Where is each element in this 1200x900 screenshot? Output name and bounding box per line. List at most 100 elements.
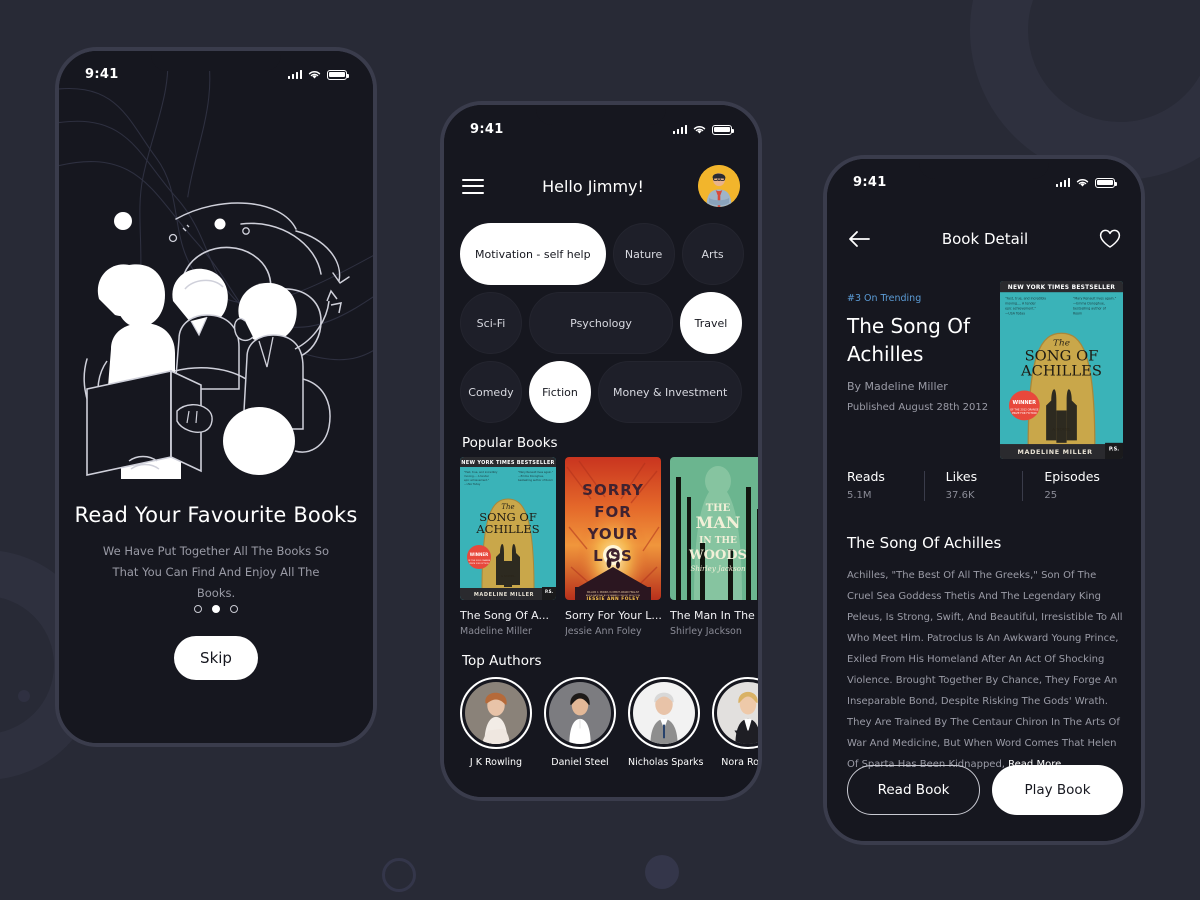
svg-text:WOODS: WOODS (688, 548, 747, 563)
chip-fiction[interactable]: Fiction (529, 361, 591, 423)
book-author: Jessie Ann Foley (565, 626, 642, 637)
read-book-button[interactable]: Read Book (847, 765, 980, 815)
phone-notch (536, 105, 666, 125)
chip-arts[interactable]: Arts (681, 223, 744, 285)
pagination-dot-3[interactable] (230, 605, 238, 613)
book-title: The Man In The ... (670, 609, 758, 622)
author-avatar-ring[interactable] (544, 677, 616, 749)
skip-button[interactable]: Skip (174, 636, 258, 680)
chip-money-investment[interactable]: Money & Investment (598, 361, 743, 423)
svg-text:"Fast, true, and incredibly: "Fast, true, and incredibly (1005, 297, 1046, 301)
svg-text:A NOVEL: A NOVEL (500, 574, 516, 578)
svg-text:NEW YORK TIMES BESTSELLER: NEW YORK TIMES BESTSELLER (1008, 285, 1116, 291)
svg-text:Room: Room (1073, 312, 1082, 316)
back-arrow-icon[interactable] (847, 230, 871, 248)
svg-text:—USA Today: —USA Today (464, 482, 481, 486)
chip-comedy[interactable]: Comedy (460, 361, 522, 423)
pagination-dots[interactable] (59, 605, 373, 613)
svg-text:ACHILLES: ACHILLES (475, 522, 539, 536)
stat-episodes: Episodes 25 (1022, 469, 1121, 501)
phone-home-screen: 9:41 Hello Jimmy! Motivation - self help… (440, 101, 762, 801)
book-title: Sorry For Your L... (565, 609, 661, 622)
author-name: Nicholas Sparks (628, 757, 704, 768)
screenshot-canvas: 9:41 Read Your Favourite Books We Have P… (0, 0, 1200, 900)
stat-label: Likes (945, 469, 978, 484)
book-detail-published: Published August 28th 2012 (847, 402, 989, 413)
svg-text:epic achievement.": epic achievement." (1005, 307, 1036, 311)
chip-nature[interactable]: Nature (612, 223, 675, 285)
the-song-of-achilles-cover: NEW YORK TIMES BESTSELLER "Fast, true, a… (1000, 281, 1123, 459)
status-time: 9:41 (85, 67, 119, 82)
book-detail-title: The Song Of Achilles (847, 314, 970, 366)
phone-onboarding-screen: 9:41 Read Your Favourite Books We Have P… (55, 47, 377, 747)
chip-row-2: Sci-Fi Psychology Travel (460, 292, 742, 354)
svg-text:moving.... A tender: moving.... A tender (464, 474, 490, 478)
svg-text:—Emma Donoghue,: —Emma Donoghue, (518, 474, 544, 478)
svg-text:MADELINE MILLER: MADELINE MILLER (1018, 449, 1093, 456)
svg-text:Shirley Jackson: Shirley Jackson (691, 565, 746, 573)
book-card[interactable]: THE MAN IN THE WOODS Shirley Jackson The… (670, 457, 758, 637)
author-avatar-ring[interactable] (460, 677, 532, 749)
battery-icon (1095, 177, 1117, 188)
svg-text:bestselling author of: bestselling author of (1073, 307, 1107, 311)
author-card[interactable]: Nora Rober (712, 677, 758, 768)
status-time: 9:41 (853, 175, 887, 190)
stat-value: 25 (1044, 490, 1058, 501)
pagination-dot-1[interactable] (194, 605, 202, 613)
stat-label: Episodes (1044, 469, 1100, 484)
phone-notch (151, 51, 281, 71)
book-card[interactable]: SORRY FOR YOUR L SS WILLIAM C. MORRIS YA… (565, 457, 661, 637)
author-card[interactable]: J K Rowling (460, 677, 532, 768)
onboarding-subtitle: We Have Put Together All The Books So Th… (102, 544, 330, 600)
svg-text:YOUR: YOUR (587, 525, 639, 543)
book-author: Shirley Jackson (670, 626, 742, 637)
category-chips: Motivation - self help Nature Arts Sci-F… (460, 223, 744, 430)
pagination-dot-2-active[interactable] (212, 605, 220, 613)
phone-notch (919, 159, 1049, 179)
chip-travel[interactable]: Travel (680, 292, 742, 354)
author-card[interactable]: Daniel Steel (544, 677, 616, 768)
popular-books-list: NEW YORK TIMES BESTSELLER "Fast, true, a… (460, 457, 758, 637)
people-reading-book-illustration (83, 202, 350, 482)
onboarding-title: Read Your Favourite Books (74, 503, 358, 527)
detail-nav-bar: Book Detail (827, 219, 1141, 259)
home-header: Hello Jimmy! (444, 163, 758, 209)
cellular-signal-icon (1055, 177, 1070, 188)
author-name: Daniel Steel (551, 757, 609, 768)
svg-text:WILLIAM C. MORRIS YA DEBUT AWA: WILLIAM C. MORRIS YA DEBUT AWARD FINALIS… (587, 591, 640, 594)
greeting-text: Hello Jimmy! (542, 176, 644, 196)
wifi-icon (1076, 179, 1089, 187)
chip-psychology[interactable]: Psychology (529, 292, 673, 354)
chip-row-3: Comedy Fiction Money & Investment (460, 361, 743, 423)
author-avatar-ring[interactable] (712, 677, 758, 749)
svg-text:"Fast, true, and incredibly: "Fast, true, and incredibly (464, 470, 498, 474)
stat-label: Reads (847, 469, 885, 484)
book-stats: Reads 5.1M Likes 37.6K Episodes 25 (847, 469, 1121, 501)
svg-text:"Mary Renault lives again.": "Mary Renault lives again." (1073, 297, 1117, 301)
book-cover-the-man-in-the-woods: THE MAN IN THE WOODS Shirley Jackson (670, 457, 758, 600)
background-dot-small (18, 690, 30, 702)
chip-motivation-self-help[interactable]: Motivation - self help (460, 223, 606, 285)
svg-text:IN THE: IN THE (699, 536, 737, 546)
play-book-button[interactable]: Play Book (992, 765, 1123, 815)
book-card[interactable]: NEW YORK TIMES BESTSELLER "Fast, true, a… (460, 457, 556, 637)
svg-text:NEW YORK TIMES BESTSELLER: NEW YORK TIMES BESTSELLER (461, 460, 554, 466)
heart-outline-icon[interactable] (1099, 229, 1121, 249)
svg-text:WINNER: WINNER (470, 552, 488, 557)
author-photo (633, 682, 695, 744)
wifi-icon (308, 71, 321, 79)
svg-text:SORRY: SORRY (582, 481, 644, 499)
book-cover-the-song-of-achilles: NEW YORK TIMES BESTSELLER "Fast, true, a… (460, 457, 556, 600)
svg-text:PRIZE FOR FICTION: PRIZE FOR FICTION (469, 563, 489, 565)
background-circle-outline (382, 858, 416, 892)
author-avatar-ring[interactable] (628, 677, 700, 749)
description-text: Achilles, "The Best Of All The Greeks," … (847, 570, 1123, 770)
hamburger-menu-icon[interactable] (462, 178, 484, 194)
background-ring-decoration (970, 0, 1200, 180)
user-avatar[interactable] (698, 165, 740, 207)
cellular-signal-icon (672, 124, 687, 135)
svg-text:FOR: FOR (594, 503, 632, 521)
chip-sci-fi[interactable]: Sci-Fi (460, 292, 522, 354)
author-card[interactable]: Nicholas Sparks (628, 677, 704, 768)
phone-book-detail-screen: 9:41 Book Detail #3 On Trending The Song… (823, 155, 1145, 845)
